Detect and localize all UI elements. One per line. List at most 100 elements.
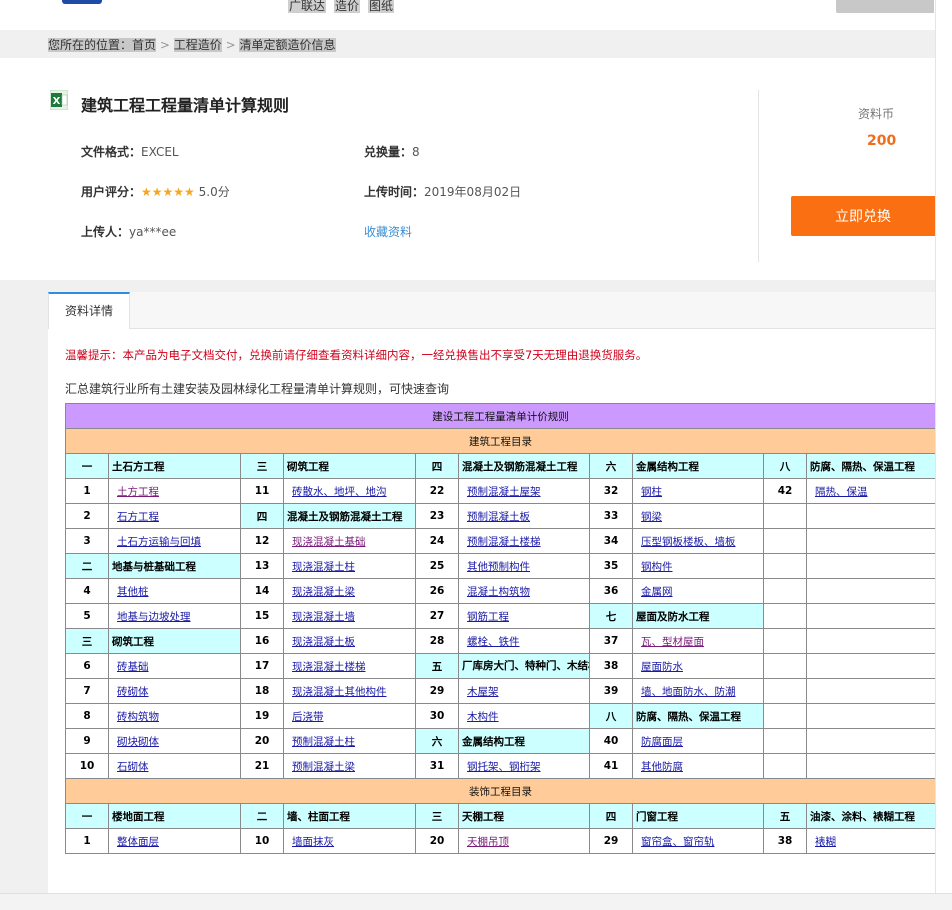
rule-link[interactable]: 钢柱: [632, 478, 764, 504]
rule-link[interactable]: 石砌体: [108, 753, 241, 779]
rule-link[interactable]: 木构件: [458, 703, 590, 729]
rule-link[interactable]: 现浇混凝土柱: [283, 553, 416, 579]
category-number: 八: [589, 703, 633, 729]
rule-link[interactable]: 砌块砌体: [108, 728, 241, 754]
horizontal-scrollbar[interactable]: [0, 893, 952, 910]
rule-link[interactable]: 预制混凝土屋架: [458, 478, 590, 504]
rule-link[interactable]: 天棚吊顶: [458, 828, 590, 854]
rule-link[interactable]: 整体面层: [108, 828, 241, 854]
item-number: 20: [415, 828, 459, 854]
rule-link[interactable]: 螺栓、铁件: [458, 628, 590, 654]
rule-link[interactable]: 预制混凝土柱: [283, 728, 416, 754]
rule-link[interactable]: 屋面防水: [632, 653, 764, 679]
rule-link[interactable]: 其他预制构件: [458, 553, 590, 579]
item-number: 21: [240, 753, 284, 779]
rule-link[interactable]: 钢筋工程: [458, 603, 590, 629]
rules-sheet: 建设工程工程量清单计价规则 建筑工程目录 一土石方工程三砌筑工程四混凝土及钢筋混…: [64, 403, 937, 854]
rule-link[interactable]: 土石方运输与回填: [108, 528, 241, 554]
rule-link[interactable]: 其他桩: [108, 578, 241, 604]
vertical-scrollbar[interactable]: [935, 0, 952, 893]
breadcrumb-home[interactable]: 首页: [132, 38, 157, 52]
rule-link[interactable]: 现浇混凝土其他构件: [283, 678, 416, 704]
tab-bar: [48, 292, 935, 329]
rule-link[interactable]: 窗帘盒、窗帘轨: [632, 828, 764, 854]
rule-link[interactable]: 预制混凝土梁: [283, 753, 416, 779]
breadcrumb-sep: >: [225, 38, 236, 52]
sheet-row: 8 砖构筑物 19 后浇带 30 木构件八防腐、隔热、保温工程: [65, 703, 937, 729]
star-icon: ★★★★★: [141, 185, 195, 199]
site-logo[interactable]: [62, 0, 102, 4]
top-nav-item[interactable]: 造价: [334, 0, 361, 13]
favorite-link[interactable]: 收藏资料: [364, 223, 412, 240]
category-number: 四: [589, 803, 633, 829]
category-number: 六: [415, 728, 459, 754]
coin-value: 200: [867, 133, 897, 149]
rule-link[interactable]: 预制混凝土板: [458, 503, 590, 529]
rule-link[interactable]: 地基与边坡处理: [108, 603, 241, 629]
item-number: 11: [240, 478, 284, 504]
exchange-button[interactable]: 立即兑换: [791, 196, 935, 236]
empty-cell: [763, 703, 807, 729]
category-number: 一: [65, 453, 109, 479]
rule-link[interactable]: 土方工程: [108, 478, 241, 504]
rule-link[interactable]: 现浇混凝土板: [283, 628, 416, 654]
item-number: 6: [65, 653, 109, 679]
rule-link[interactable]: 钢梁: [632, 503, 764, 529]
rule-link[interactable]: 钢构件: [632, 553, 764, 579]
rule-link[interactable]: 后浇带: [283, 703, 416, 729]
rule-link[interactable]: 隔热、保温: [805, 478, 937, 504]
rule-link[interactable]: 其他防腐: [632, 753, 764, 779]
rule-link[interactable]: 砖散水、地坪、地沟: [283, 478, 416, 504]
category-title: 墙、柱面工程: [283, 803, 416, 829]
rule-link[interactable]: 现浇混凝土楼梯: [283, 653, 416, 679]
category-title: 土石方工程: [108, 453, 241, 479]
breadcrumb-current[interactable]: 清单定额造价信息: [239, 38, 336, 52]
category-title: 砌筑工程: [108, 628, 241, 654]
empty-cell: [805, 578, 937, 604]
rule-link[interactable]: 墙、地面防水、防潮: [632, 678, 764, 704]
empty-cell: [763, 553, 807, 579]
rule-link[interactable]: 裱糊: [805, 828, 937, 854]
rule-link[interactable]: 砖基础: [108, 653, 241, 679]
rule-link[interactable]: 混凝土构筑物: [458, 578, 590, 604]
category-number: 四: [240, 503, 284, 529]
sheet-row: 2 石方工程四混凝土及钢筋混凝土工程 23 预制混凝土板 33 钢梁: [65, 503, 937, 529]
login-button[interactable]: [836, 0, 934, 13]
rule-link[interactable]: 现浇混凝土墙: [283, 603, 416, 629]
empty-cell: [763, 728, 807, 754]
exchange-count: 兑换量：8: [364, 145, 420, 159]
rule-link[interactable]: 金属网: [632, 578, 764, 604]
rule-link[interactable]: 压型钢板楼板、墙板: [632, 528, 764, 554]
rule-link[interactable]: 砖砌体: [108, 678, 241, 704]
top-nav-item[interactable]: 图纸: [368, 0, 395, 13]
rule-link[interactable]: 墙面抹灰: [283, 828, 416, 854]
tab-details[interactable]: 资料详情: [48, 292, 130, 329]
category-number: 四: [415, 453, 459, 479]
top-nav-item[interactable]: 广联达: [288, 0, 327, 13]
rule-link[interactable]: 木屋架: [458, 678, 590, 704]
item-number: 30: [415, 703, 459, 729]
sheet-row: 6砖基础17现浇混凝土楼梯五厂库房大门、特种门、木结构工程38屋面防水: [65, 653, 937, 679]
empty-cell: [805, 553, 937, 579]
rule-link[interactable]: 现浇混凝土基础: [283, 528, 416, 554]
item-number: 25: [415, 553, 459, 579]
rule-link[interactable]: 防腐面层: [632, 728, 764, 754]
item-number: 1: [65, 828, 109, 854]
item-number: 5: [65, 603, 109, 629]
sheet-row: 9 砌块砌体 20 预制混凝土柱六金属结构工程 40 防腐面层: [65, 728, 937, 754]
breadcrumb-cost[interactable]: 工程造价: [173, 38, 222, 52]
sheet-row: 二地基与桩基础工程 13 现浇混凝土柱 25 其他预制构件 35 钢构件: [65, 553, 937, 579]
item-number: 10: [65, 753, 109, 779]
item-number: 4: [65, 578, 109, 604]
category-number: 三: [415, 803, 459, 829]
rule-link[interactable]: 钢托架、钢桁架: [458, 753, 590, 779]
item-number: 31: [415, 753, 459, 779]
empty-cell: [805, 503, 937, 529]
rule-link[interactable]: 砖构筑物: [108, 703, 241, 729]
category-title: 混凝土及钢筋混凝土工程: [283, 503, 416, 529]
rule-link[interactable]: 石方工程: [108, 503, 241, 529]
rule-link[interactable]: 现浇混凝土梁: [283, 578, 416, 604]
rule-link[interactable]: 预制混凝土楼梯: [458, 528, 590, 554]
rule-link[interactable]: 瓦、型材屋面: [632, 628, 764, 654]
item-number: 39: [589, 678, 633, 704]
